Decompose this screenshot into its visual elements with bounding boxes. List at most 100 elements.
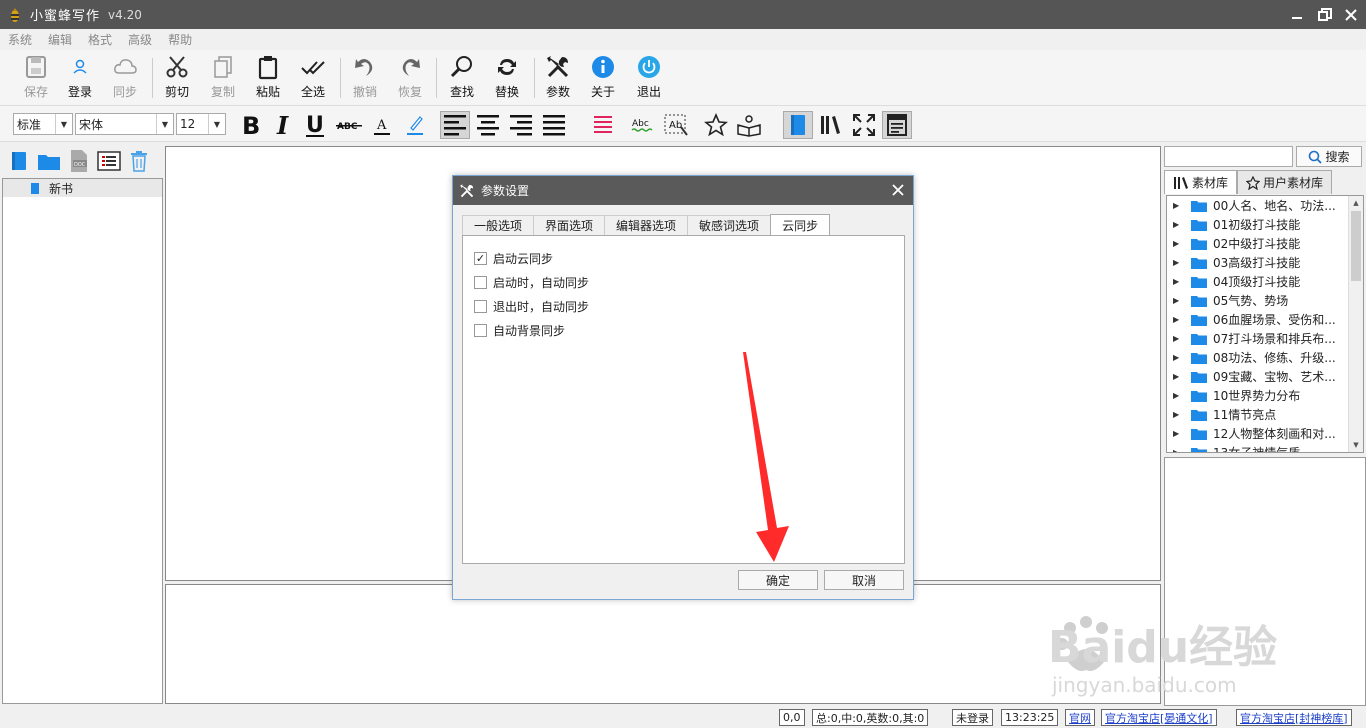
- redo-button[interactable]: 恢复: [390, 54, 430, 102]
- menu-advanced[interactable]: 高级: [128, 31, 152, 48]
- delete-button[interactable]: [126, 148, 152, 174]
- favorite-button[interactable]: [701, 111, 731, 139]
- checkbox[interactable]: [474, 299, 487, 313]
- material-item[interactable]: ▶ 04顶级打斗技能: [1167, 272, 1363, 291]
- shop-link-2[interactable]: 官方淘宝店[封神榜库]: [1236, 709, 1352, 726]
- highlight-button[interactable]: [400, 111, 430, 139]
- tab-editor[interactable]: 编辑器选项: [604, 215, 688, 236]
- align-right-button[interactable]: [506, 111, 536, 139]
- expand-arrow-icon[interactable]: ▶: [1173, 429, 1183, 438]
- replace-button[interactable]: 替换: [487, 54, 527, 102]
- option-enable-cloud-sync[interactable]: ✓ 启动云同步: [463, 246, 904, 270]
- tree-item-book[interactable]: 新书: [3, 179, 162, 197]
- minimize-button[interactable]: [1282, 0, 1312, 29]
- params-button[interactable]: 参数: [538, 54, 578, 102]
- material-item[interactable]: ▶ 08功法、修练、升级...: [1167, 348, 1363, 367]
- material-item[interactable]: ▶ 06血腥场景、受伤和...: [1167, 310, 1363, 329]
- shop-link-1[interactable]: 官方淘宝店[晏通文化]: [1101, 709, 1217, 726]
- about-button[interactable]: 关于: [583, 54, 623, 102]
- underline-button[interactable]: U: [300, 111, 330, 139]
- cancel-button[interactable]: 取消: [824, 570, 904, 590]
- export-doc-button[interactable]: DOC: [66, 148, 92, 174]
- scroll-up-icon[interactable]: ▲: [1349, 196, 1363, 210]
- select-all-button[interactable]: 全选: [293, 54, 333, 102]
- expand-arrow-icon[interactable]: ▶: [1173, 372, 1183, 381]
- menu-system[interactable]: 系统: [8, 31, 32, 48]
- paragraph-format-button[interactable]: [588, 111, 618, 139]
- notes-area[interactable]: [165, 584, 1161, 704]
- exit-button[interactable]: 退出: [629, 54, 669, 102]
- tab-interface[interactable]: 界面选项: [533, 215, 605, 236]
- close-window-button[interactable]: [1336, 0, 1366, 29]
- menu-format[interactable]: 格式: [88, 31, 112, 48]
- align-left-button[interactable]: [440, 111, 470, 139]
- new-book-button[interactable]: [6, 148, 32, 174]
- library-view-button[interactable]: [816, 111, 846, 139]
- material-item[interactable]: ▶ 07打斗场景和排兵布...: [1167, 329, 1363, 348]
- font-color-button[interactable]: A: [367, 111, 397, 139]
- expand-arrow-icon[interactable]: ▶: [1173, 220, 1183, 229]
- style-select[interactable]: 标准 ▼: [13, 113, 73, 135]
- material-item[interactable]: ▶ 10世界势力分布: [1167, 386, 1363, 405]
- expand-arrow-icon[interactable]: ▶: [1173, 239, 1183, 248]
- open-folder-button[interactable]: [36, 148, 62, 174]
- expand-arrow-icon[interactable]: ▶: [1173, 315, 1183, 324]
- option-sync-on-start[interactable]: 启动时，自动同步: [463, 270, 904, 294]
- menu-edit[interactable]: 编辑: [48, 31, 72, 48]
- material-item[interactable]: ▶ 03高级打斗技能: [1167, 253, 1363, 272]
- strikethrough-button[interactable]: ABC: [334, 111, 364, 139]
- undo-button[interactable]: 撤销: [345, 54, 385, 102]
- scroll-down-icon[interactable]: ▼: [1349, 438, 1363, 452]
- expand-arrow-icon[interactable]: ▶: [1173, 448, 1183, 452]
- save-button[interactable]: 保存: [16, 54, 56, 102]
- find-button[interactable]: 查找: [442, 54, 482, 102]
- material-item[interactable]: ▶ 13女子神情气质: [1167, 443, 1363, 452]
- paste-button[interactable]: 粘贴: [248, 54, 288, 102]
- expand-arrow-icon[interactable]: ▶: [1173, 334, 1183, 343]
- expand-arrow-icon[interactable]: ▶: [1173, 410, 1183, 419]
- outline-button[interactable]: [96, 148, 122, 174]
- notes-panel-button[interactable]: [882, 111, 912, 139]
- option-background-sync[interactable]: 自动背景同步: [463, 318, 904, 342]
- reading-button[interactable]: [734, 111, 764, 139]
- tab-sensitive-words[interactable]: 敏感词选项: [687, 215, 771, 236]
- material-item[interactable]: ▶ 05气势、势场: [1167, 291, 1363, 310]
- tab-cloud-sync[interactable]: 云同步: [770, 214, 831, 236]
- tab-user-material[interactable]: 用户素材库: [1237, 170, 1333, 194]
- expand-arrow-icon[interactable]: ▶: [1173, 277, 1183, 286]
- material-item[interactable]: ▶ 00人名、地名、功法...: [1167, 196, 1363, 215]
- option-sync-on-exit[interactable]: 退出时，自动同步: [463, 294, 904, 318]
- material-item[interactable]: ▶ 12人物整体刻画和对...: [1167, 424, 1363, 443]
- single-book-view-button[interactable]: [783, 111, 813, 139]
- spellcheck-button[interactable]: Abc: [628, 111, 658, 139]
- official-site-link[interactable]: 官网: [1065, 709, 1095, 726]
- font-size-select[interactable]: 12 ▼: [176, 113, 226, 135]
- material-search-button[interactable]: 搜索: [1296, 146, 1362, 167]
- material-item[interactable]: ▶ 01初级打斗技能: [1167, 215, 1363, 234]
- bold-button[interactable]: B: [236, 111, 266, 139]
- tab-general[interactable]: 一般选项: [462, 215, 534, 236]
- menu-help[interactable]: 帮助: [168, 31, 192, 48]
- expand-arrow-icon[interactable]: ▶: [1173, 353, 1183, 362]
- scroll-thumb[interactable]: [1351, 211, 1361, 281]
- fullscreen-button[interactable]: [849, 111, 879, 139]
- ok-button[interactable]: 确定: [738, 570, 818, 590]
- expand-arrow-icon[interactable]: ▶: [1173, 201, 1183, 210]
- justify-button[interactable]: [539, 111, 569, 139]
- cut-button[interactable]: 剪切: [157, 54, 197, 102]
- checkbox[interactable]: [474, 323, 487, 337]
- expand-arrow-icon[interactable]: ▶: [1173, 258, 1183, 267]
- expand-arrow-icon[interactable]: ▶: [1173, 391, 1183, 400]
- tab-material[interactable]: 素材库: [1164, 170, 1238, 194]
- login-button[interactable]: 登录: [60, 54, 100, 102]
- italic-button[interactable]: I: [268, 111, 298, 139]
- material-item[interactable]: ▶ 11情节亮点: [1167, 405, 1363, 424]
- sync-button[interactable]: 同步: [105, 54, 145, 102]
- material-search-input[interactable]: [1164, 146, 1293, 167]
- checkbox-checked[interactable]: ✓: [474, 251, 487, 265]
- material-scrollbar[interactable]: ▲ ▼: [1348, 196, 1363, 452]
- text-check-button[interactable]: Ab: [661, 111, 691, 139]
- font-select[interactable]: 宋体 ▼: [75, 113, 174, 135]
- expand-arrow-icon[interactable]: ▶: [1173, 296, 1183, 305]
- material-item[interactable]: ▶ 09宝藏、宝物、艺术...: [1167, 367, 1363, 386]
